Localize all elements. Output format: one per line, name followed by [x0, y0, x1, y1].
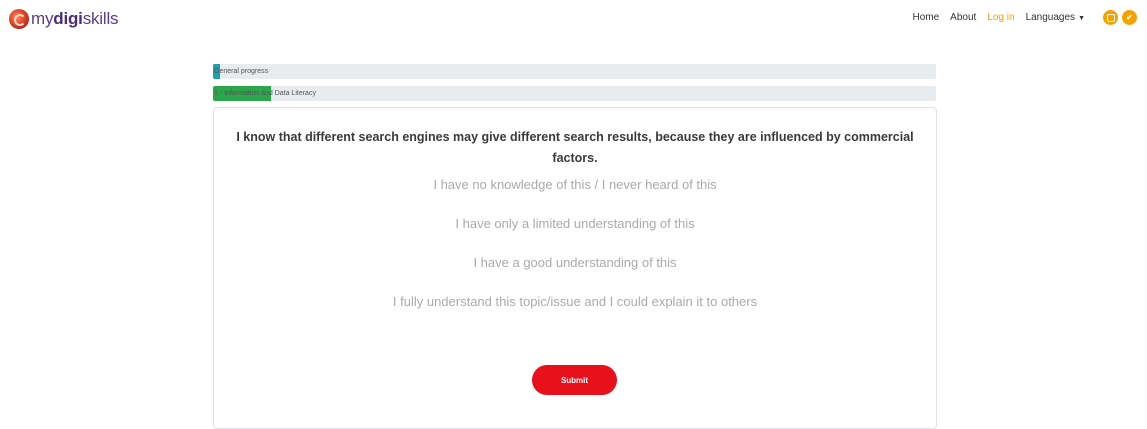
logo-text: mydigiskills — [31, 9, 119, 28]
social-links: ✔ — [1099, 10, 1137, 25]
nav-about[interactable]: About — [950, 12, 976, 23]
instagram-icon[interactable] — [1103, 10, 1118, 25]
nav-home[interactable]: Home — [912, 12, 939, 23]
caret-down-icon: ▼ — [1078, 15, 1085, 22]
languages-dropdown[interactable]: Languages ▼ — [1026, 12, 1085, 23]
twitter-icon[interactable]: ✔ — [1122, 10, 1137, 25]
header: mydigiskills Home About Log in Languages… — [0, 0, 1147, 42]
answer-option[interactable]: I fully understand this topic/issue and … — [214, 294, 936, 309]
answer-option[interactable]: I have no knowledge of this / I never he… — [214, 177, 936, 192]
languages-label: Languages — [1025, 12, 1076, 23]
general-progress-bar: General progress — [213, 64, 936, 79]
area-progress-bar: 1 - Information and Data Literacy — [213, 86, 936, 101]
answer-option[interactable]: I have a good understanding of this — [214, 255, 936, 270]
logo[interactable]: mydigiskills — [9, 9, 119, 29]
top-nav: Home About Log in Languages ▼ ✔ — [901, 10, 1137, 25]
submit-button[interactable]: Submit — [532, 365, 617, 395]
area-progress-label: 1 - Information and Data Literacy — [214, 90, 316, 97]
question-card: I know that different search engines may… — [213, 107, 937, 429]
answer-option[interactable]: I have only a limited understanding of t… — [214, 216, 936, 231]
logo-mark-icon — [9, 9, 29, 29]
general-progress-label: General progress — [214, 68, 269, 75]
question-text: I know that different search engines may… — [236, 130, 914, 165]
nav-login[interactable]: Log in — [987, 12, 1014, 23]
